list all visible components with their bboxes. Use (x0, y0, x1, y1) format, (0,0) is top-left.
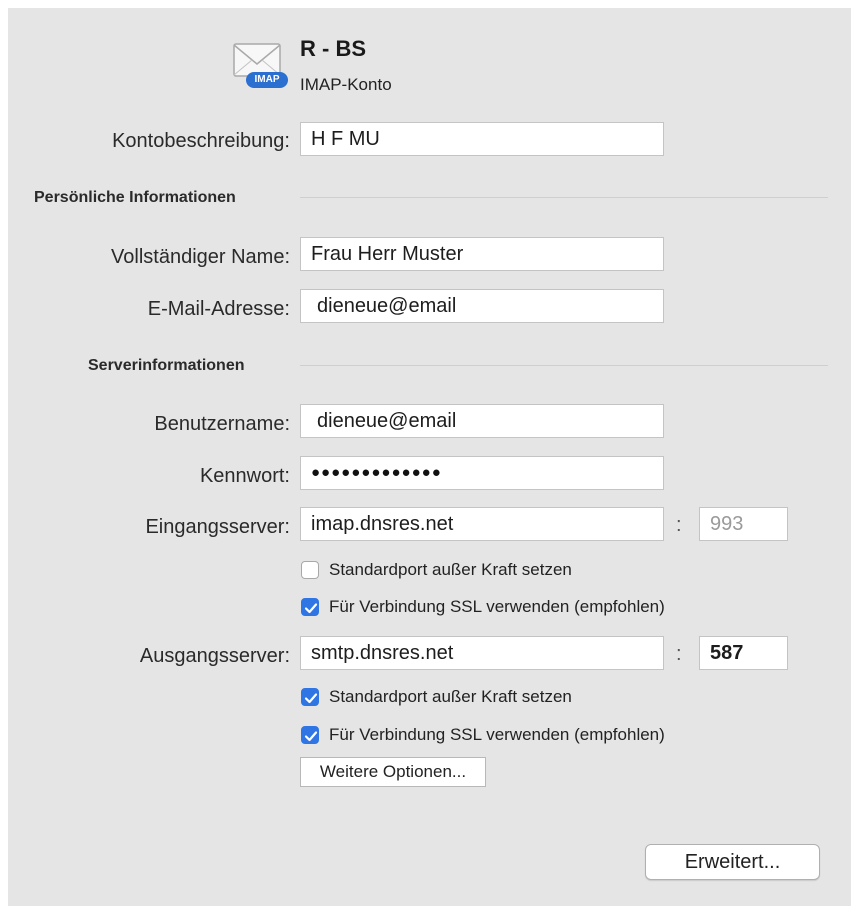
outgoing-server-field[interactable]: smtp.dnsres.net (300, 636, 664, 670)
checkmark-icon (304, 693, 318, 704)
incoming-override-port-label: Standardport außer Kraft setzen (329, 560, 572, 579)
incoming-override-port-checkbox[interactable] (301, 561, 319, 579)
password-label: Kennwort: (199, 465, 290, 487)
incoming-port-field[interactable]: 993 (699, 507, 788, 541)
personal-info-section-title: Persönliche Informationen (34, 189, 236, 206)
advanced-button[interactable]: Erweitert... (645, 844, 820, 880)
outgoing-override-port-checkbox[interactable] (301, 688, 319, 706)
more-options-button[interactable]: Weitere Optionen... (300, 757, 486, 787)
section-divider (300, 365, 828, 366)
outgoing-ssl-checkbox[interactable] (301, 726, 319, 744)
email-address-label: E-Mail-Adresse: (147, 298, 290, 320)
outgoing-port-field[interactable]: 587 (699, 636, 788, 670)
username-field[interactable]: dieneue@email (300, 404, 664, 438)
account-type: IMAP-Konto (300, 75, 392, 94)
full-name-field[interactable]: Frau Herr Muster (300, 237, 664, 271)
full-name-label: Vollständiger Name: (111, 246, 290, 268)
password-field[interactable]: ●●●●●●●●●●●●● (300, 456, 664, 490)
account-description-field[interactable]: H F MU (300, 122, 664, 156)
server-info-section-title: Serverinformationen (88, 357, 245, 374)
outgoing-server-label: Ausgangsserver: (139, 645, 290, 667)
checkmark-icon (304, 603, 318, 614)
incoming-port-separator: : (676, 514, 682, 536)
username-label: Benutzername: (154, 413, 290, 435)
incoming-ssl-checkbox[interactable] (301, 598, 319, 616)
outgoing-port-separator: : (676, 643, 682, 665)
incoming-server-label: Eingangsserver: (145, 516, 290, 538)
imap-mail-icon: IMAP (232, 40, 290, 90)
incoming-server-field[interactable]: imap.dnsres.net (300, 507, 664, 541)
checkmark-icon (304, 731, 318, 742)
incoming-ssl-label: Für Verbindung SSL verwenden (empfohlen) (329, 597, 665, 616)
outgoing-ssl-label: Für Verbindung SSL verwenden (empfohlen) (329, 725, 665, 744)
account-title: R - BS (300, 36, 366, 61)
imap-badge-label: IMAP (254, 74, 280, 85)
outgoing-override-port-label: Standardport außer Kraft setzen (329, 687, 572, 706)
section-divider (300, 197, 828, 198)
email-address-field[interactable]: dieneue@email (300, 289, 664, 323)
account-description-label: Kontobeschreibung: (112, 130, 290, 152)
